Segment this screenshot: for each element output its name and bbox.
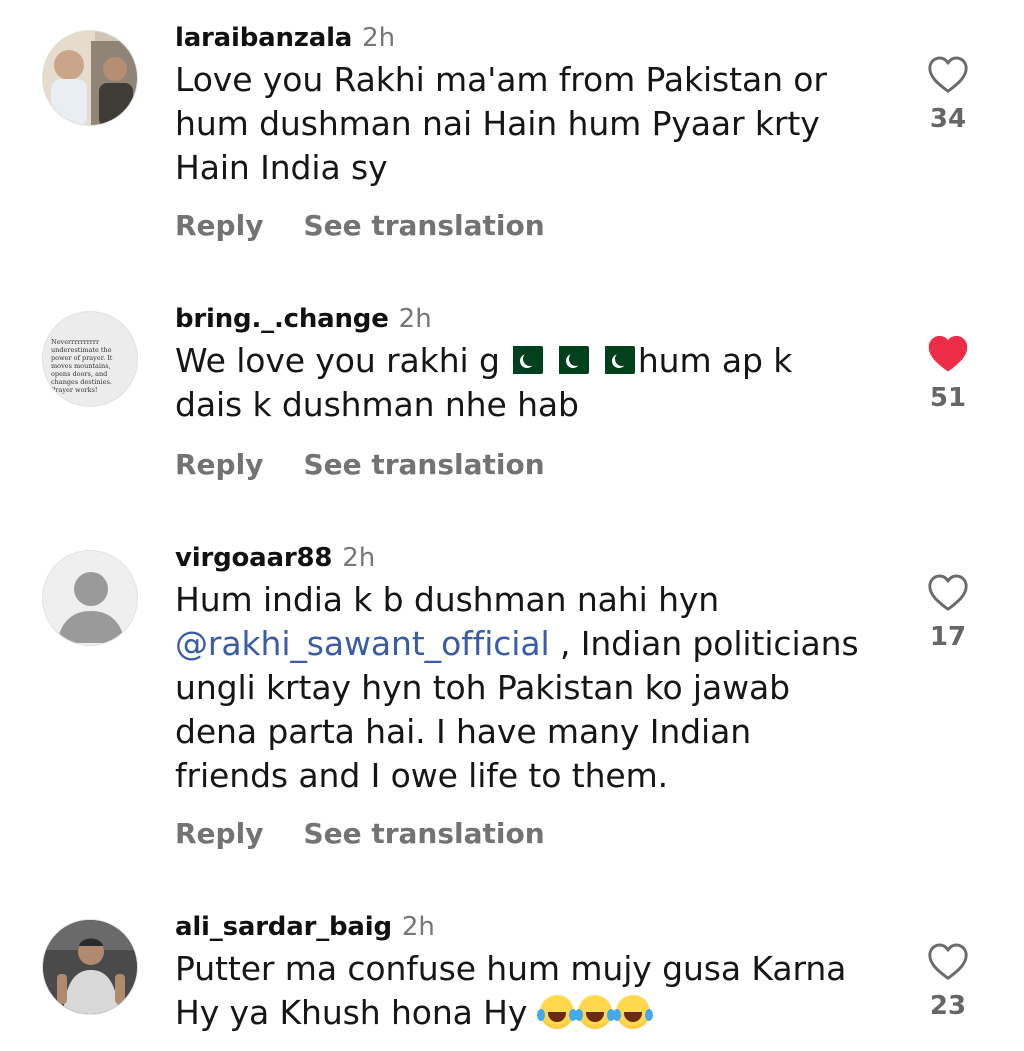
comment-line-end: hum ap k xyxy=(637,341,793,380)
comment-line: Putter ma confuse hum mujy gusa Karna xyxy=(175,949,847,988)
comment-meta: laraibanzala 2h xyxy=(175,20,395,59)
default-avatar-icon xyxy=(43,551,137,645)
comment-line: ungli krtay hyn toh Pakistan ko jawab xyxy=(175,668,790,707)
username[interactable]: ali_sardar_baig xyxy=(175,912,392,942)
see-translation-button[interactable]: See translation xyxy=(303,816,544,852)
timestamp: 2h xyxy=(342,543,376,573)
face-with-tears-of-joy-icon xyxy=(536,995,574,1029)
pakistan-flag-icon xyxy=(548,346,589,374)
like-count: 34 xyxy=(929,104,967,134)
avatar-quote-text: Neverrrrrrrrrr underestimate the power o… xyxy=(51,338,113,394)
like-area: 51 xyxy=(918,333,978,413)
comment-text: Love you Rakhi ma'am from Pakistan or hu… xyxy=(175,58,895,190)
comment-actions: Reply See translation xyxy=(175,816,545,852)
like-area: 23 xyxy=(918,941,978,1021)
comment-meta: ali_sardar_baig 2h xyxy=(175,909,435,948)
username[interactable]: bring._.change xyxy=(175,304,389,334)
pakistan-flag-icon xyxy=(502,346,543,374)
avatar-photo xyxy=(43,31,137,125)
avatar-photo xyxy=(43,920,137,1014)
comment-line: Hain India sy xyxy=(175,148,388,187)
comment-line: friends and I owe life to them. xyxy=(175,756,669,795)
comment-line: dena parta hai. I have many Indian xyxy=(175,712,752,751)
comment-actions: Reply See translation xyxy=(175,447,545,483)
face-with-tears-of-joy-icon xyxy=(574,995,612,1029)
comment-text: We love you rakhi g hum ap k dais k dushm… xyxy=(175,339,895,427)
comment-line-rest: , Indian politicians xyxy=(549,624,859,663)
heart-outline-icon[interactable] xyxy=(926,572,970,612)
reply-button[interactable]: Reply xyxy=(175,208,263,244)
comment-text: Putter ma confuse hum mujy gusa Karna Hy… xyxy=(175,947,895,1035)
timestamp: 2h xyxy=(401,912,435,942)
reply-button[interactable]: Reply xyxy=(175,816,263,852)
avatar[interactable] xyxy=(42,30,138,126)
timestamp: 2h xyxy=(362,23,396,53)
avatar[interactable] xyxy=(42,550,138,646)
comment-line-start: We love you rakhi g xyxy=(175,341,500,380)
comment-line: hum dushman nai Hain hum Pyaar krty xyxy=(175,104,820,143)
pakistan-flag-icon xyxy=(594,346,635,374)
like-count: 17 xyxy=(929,622,967,652)
like-area: 17 xyxy=(918,572,978,652)
comment-text: Hum india k b dushman nahi hyn @rakhi_sa… xyxy=(175,578,895,798)
username[interactable]: virgoaar88 xyxy=(175,543,332,573)
timestamp: 2h xyxy=(398,304,432,334)
like-count: 51 xyxy=(929,383,967,413)
comment-meta: virgoaar88 2h xyxy=(175,540,375,579)
username[interactable]: laraibanzala xyxy=(175,23,352,53)
like-area: 34 xyxy=(918,54,978,134)
avatar[interactable] xyxy=(42,919,138,1015)
comment-line: Hum india k b dushman nahi hyn xyxy=(175,580,720,619)
heart-outline-icon[interactable] xyxy=(926,941,970,981)
comment-actions: Reply See translation xyxy=(175,208,545,244)
comment-line: dais k dushman nhe hab xyxy=(175,385,579,424)
see-translation-button[interactable]: See translation xyxy=(303,208,544,244)
like-count: 23 xyxy=(929,991,967,1021)
reply-button[interactable]: Reply xyxy=(175,447,263,483)
comment-line: @rakhi_sawant_official , Indian politici… xyxy=(175,622,895,666)
face-with-tears-of-joy-icon xyxy=(612,995,650,1029)
see-translation-button[interactable]: See translation xyxy=(303,447,544,483)
comment-line: Love you Rakhi ma'am from Pakistan or xyxy=(175,60,827,99)
heart-filled-icon[interactable] xyxy=(926,333,970,373)
comment-line: Hy ya Khush hona Hy xyxy=(175,991,895,1035)
comment-line-text: Hy ya Khush hona Hy xyxy=(175,993,528,1032)
comment-meta: bring._.change 2h xyxy=(175,301,432,340)
avatar[interactable]: Neverrrrrrrrrr underestimate the power o… xyxy=(42,311,138,407)
heart-outline-icon[interactable] xyxy=(926,54,970,94)
comment-line: We love you rakhi g hum ap k xyxy=(175,339,895,383)
user-mention-link[interactable]: @rakhi_sawant_official xyxy=(175,624,550,663)
